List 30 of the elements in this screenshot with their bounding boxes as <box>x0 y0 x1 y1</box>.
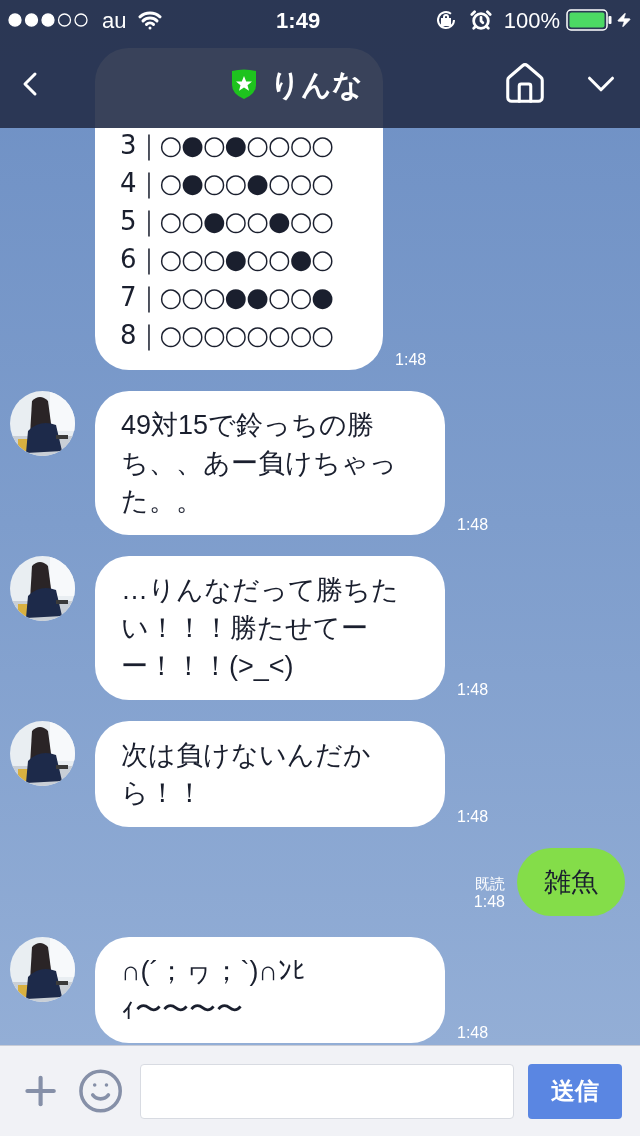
charging-icon <box>616 10 632 30</box>
message-bubble: ∩(´；ヮ；`)∩ﾝﾋｨ〜〜〜〜 <box>95 937 445 1043</box>
alarm-icon <box>469 9 492 31</box>
sent-message-bubble: 雑魚 <box>517 848 625 916</box>
board-row-text: 8｜○○○○○○○○ <box>120 319 334 353</box>
message-bubble: 49対15で鈴っちの勝ち、、あー負けちゃった。。 <box>95 391 445 535</box>
message-time: 1:48 <box>457 1025 489 1043</box>
message-time: 1:48 <box>457 682 489 700</box>
message-time: 1:48 <box>457 517 489 535</box>
board-row-text: 5｜○○●○○●○○ <box>120 205 334 239</box>
battery-percentage: 100% <box>503 6 560 35</box>
message-time: 1:48 <box>395 352 427 370</box>
chat-title: りんな <box>269 66 363 103</box>
clock-time: 1:49 <box>276 6 321 35</box>
signal-icon <box>8 13 90 27</box>
board-row-text: 7｜○○○●●○○● <box>120 281 334 315</box>
board-row-text: 4｜○●○○●○○○ <box>120 167 334 201</box>
message-time: 1:48 <box>473 894 505 912</box>
emoji-icon[interactable] <box>77 1067 125 1115</box>
message-bubble: …りんなだって勝ちたい！！！勝たせてーー！！！(>_<) <box>95 556 445 700</box>
battery-icon <box>566 9 612 31</box>
shield-star-icon <box>229 68 258 100</box>
message-bubble: 次は負けないんだから！！ <box>95 721 445 827</box>
send-button[interactable]: 送信 <box>527 1063 622 1119</box>
carrier-label: au <box>102 6 127 35</box>
message-time: 1:48 <box>457 809 489 827</box>
message-input-field[interactable] <box>140 1063 514 1119</box>
board-row-text: 3｜○●○●○○○○ <box>120 129 334 163</box>
board-row-text: 6｜○○○●○○●○ <box>120 243 334 277</box>
read-receipt: 既読 <box>475 874 505 894</box>
